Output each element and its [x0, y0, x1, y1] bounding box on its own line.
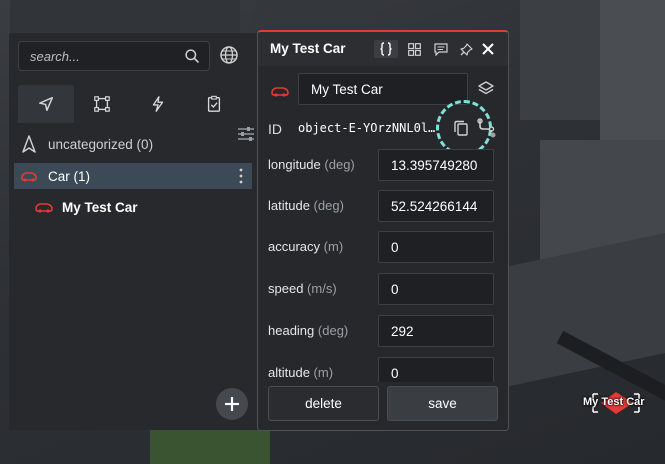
tab-areas[interactable]	[74, 85, 130, 123]
field-label: speed (m/s)	[268, 281, 337, 296]
field-label: altitude (m)	[268, 365, 334, 380]
latitude-input[interactable]	[378, 190, 494, 222]
park-area	[150, 430, 270, 464]
copy-icon[interactable]	[454, 120, 468, 136]
id-label: ID	[268, 121, 282, 137]
object-editor-panel: My Test Car My Test Car ID object-E-YOrz…	[257, 30, 509, 431]
plus-icon	[225, 397, 239, 411]
search-box	[18, 41, 210, 71]
car-icon	[20, 167, 38, 185]
field-latitude: latitude (deg)	[268, 190, 498, 222]
delete-button[interactable]: delete	[268, 386, 379, 421]
category-car[interactable]: Car (1)	[14, 163, 252, 189]
save-button[interactable]: save	[387, 386, 498, 421]
globe-icon[interactable]	[219, 45, 239, 65]
comment-icon	[434, 42, 448, 56]
more-options-icon[interactable]	[238, 167, 244, 185]
field-accuracy: accuracy (m)	[268, 231, 498, 263]
editor-footer: delete save	[258, 382, 508, 430]
area-shape-icon	[94, 96, 110, 112]
field-heading: heading (deg)	[268, 315, 498, 347]
objects-panel: uncategorized (0) Car (1) My Test Car	[9, 33, 262, 430]
grid-view-button[interactable]	[404, 40, 424, 58]
heading-input[interactable]	[378, 315, 494, 347]
search-input[interactable]	[19, 42, 179, 70]
speed-input[interactable]	[378, 273, 494, 305]
field-speed: speed (m/s)	[268, 273, 498, 305]
map-object-marker[interactable]: My Test Car	[583, 390, 649, 416]
navigation-arrow-icon	[38, 96, 54, 112]
field-label: latitude (deg)	[268, 198, 344, 213]
object-id-value: object-E-YOrzNNL0l…	[298, 121, 436, 135]
accuracy-input[interactable]	[378, 231, 494, 263]
car-icon	[35, 203, 53, 213]
object-label: My Test Car	[62, 199, 138, 215]
field-label: heading (deg)	[268, 323, 349, 338]
close-button[interactable]	[478, 40, 498, 58]
category-label: uncategorized (0)	[48, 136, 154, 152]
field-label: accuracy (m)	[268, 239, 344, 254]
pin-icon	[459, 42, 473, 56]
car-icon	[271, 87, 289, 97]
pin-button[interactable]	[456, 40, 476, 58]
field-label: longitude (deg)	[268, 157, 355, 172]
longitude-input[interactable]	[378, 149, 494, 181]
layers-icon[interactable]	[477, 80, 495, 98]
comment-button[interactable]	[431, 40, 451, 58]
navigation-arrow-icon	[20, 135, 38, 153]
field-longitude: longitude (deg)	[268, 149, 498, 181]
share-link-icon[interactable]	[476, 118, 496, 138]
code-braces-icon	[380, 42, 392, 56]
object-name-input[interactable]	[298, 73, 468, 105]
grid-icon	[407, 42, 421, 56]
search-icon[interactable]	[184, 48, 201, 65]
object-list-item[interactable]: My Test Car	[34, 196, 138, 218]
lightning-bolt-icon	[152, 96, 164, 112]
json-view-button[interactable]	[374, 40, 398, 58]
category-uncategorized[interactable]: uncategorized (0)	[9, 131, 262, 157]
tab-tasks[interactable]	[186, 85, 242, 123]
clipboard-check-icon	[207, 95, 221, 112]
add-object-button[interactable]	[216, 388, 248, 420]
tab-triggers[interactable]	[130, 85, 186, 123]
marker-label: My Test Car	[583, 396, 645, 408]
panel-tabs	[18, 85, 242, 123]
editor-title: My Test Car	[270, 41, 346, 56]
close-icon	[482, 43, 494, 55]
editor-header: My Test Car	[258, 32, 508, 66]
tab-objects[interactable]	[18, 85, 74, 123]
category-label: Car (1)	[48, 168, 91, 184]
